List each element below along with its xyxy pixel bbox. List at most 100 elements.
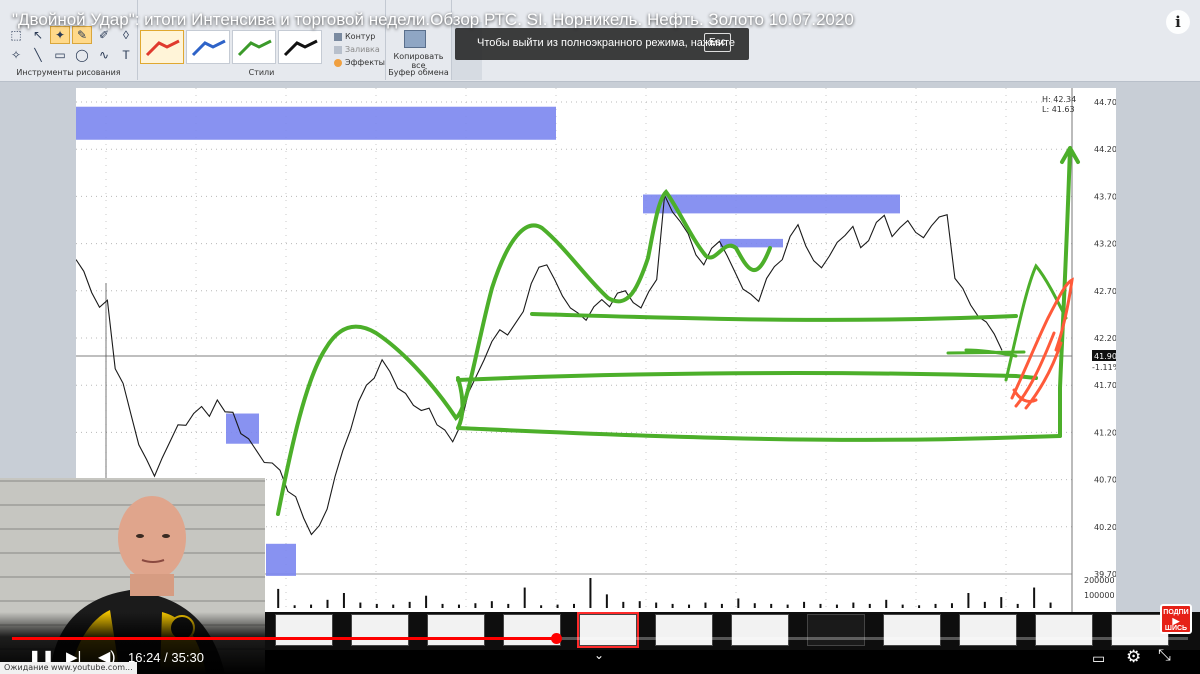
volume-bar [622,601,625,608]
contour-label: Контур [345,32,376,41]
volume-bar [1049,602,1052,608]
chapter-thumbnail[interactable] [427,614,485,646]
style-red-swatch[interactable] [140,30,184,64]
chapter-thumbnail[interactable] [351,614,409,646]
exit-fullscreen-icon[interactable]: ⤡ [1158,647,1171,665]
ellipse-tool-icon[interactable]: ◯ [72,46,92,64]
volume-bar [457,604,460,608]
volume-bar [819,603,822,608]
volume-bar [392,604,395,608]
chapter-thumbnail[interactable] [655,614,713,646]
style-green-swatch[interactable] [232,30,276,64]
volume-bar [605,594,608,608]
price-zone [266,543,296,576]
line-tool-icon[interactable]: ╲ [28,46,48,64]
fullscreen-hint: Чтобы выйти из полноэкранного режима, на… [477,37,736,49]
volume-bar [655,602,658,608]
info-icon[interactable]: i [1166,10,1190,34]
green-annotation-wave [276,188,772,516]
eraser-tool-icon[interactable]: ▭ [50,46,70,64]
lasso-tool-icon[interactable]: ∿ [94,46,114,64]
volume-bar [359,602,362,608]
chapter-thumbnail[interactable] [959,614,1017,646]
style-blue-icon [191,39,226,57]
magic-wand-icon[interactable]: ✧ [6,46,26,64]
price-zone [643,194,900,214]
chapter-thumbnail[interactable] [731,614,789,646]
volume-bar [671,603,674,608]
volume-bar [507,603,510,608]
clipboard-caption: Буфер обмена [388,68,449,77]
style-red-icon [145,39,180,57]
progress-played [12,637,556,640]
style-blue-swatch[interactable] [186,30,230,64]
chevron-down-icon[interactable]: ⌄ [594,648,604,662]
volume-bar [720,603,723,608]
copy-all-label-1: Копировать [393,52,444,61]
effects-option[interactable]: Эффекты [334,58,385,67]
drawing-tools-caption: Инструменты рисования [16,68,121,77]
chapter-thumbnail[interactable] [807,614,865,646]
subtitles-icon[interactable]: ▭ [1092,650,1105,667]
volume-bar [868,603,871,608]
green-annotation-lower [456,426,1062,442]
price-tick-label: 42.20 [1094,334,1116,343]
price-tick-label: 43.70 [1094,192,1116,201]
volume-bar [770,603,773,608]
styles-caption: Стили [248,68,275,77]
chapter-thumbnail[interactable] [577,612,639,648]
subscribe-label-2: ШИСЬ [1164,625,1188,632]
volume-bar [901,604,904,608]
progress-scrubber[interactable] [550,633,562,644]
effects-icon [334,58,342,67]
time-display: 16:24 / 35:30 [128,650,204,665]
volume-bar [1016,603,1019,608]
price-tick-label: 40.20 [1094,523,1116,532]
volume-bar [375,603,378,608]
volume-bar [983,601,986,608]
volume-bar [490,601,493,608]
chapter-thumbnail[interactable] [275,614,333,646]
subscribe-icon: ▶ [1172,616,1180,626]
gear-icon[interactable]: ⚙ [1126,647,1141,667]
time-separator: / [164,650,168,665]
contour-option[interactable]: Контур [334,32,375,41]
volume-bar [835,604,838,608]
volume-bar [950,603,953,608]
chart-price-axis: 44.70 44.20 43.70 43.20 42.70 42.20 41.70 41.20… [1071,88,1116,612]
volume-bar [425,595,428,608]
subscribe-button[interactable]: ПОДПИ ▶ ШИСЬ [1160,604,1192,634]
green-annotation-middle [456,371,1038,382]
volume-bar [885,599,888,608]
chapter-thumbnails[interactable] [265,612,1200,650]
price-zone [76,106,556,140]
green-annotation-right-bracket [946,348,1026,358]
fill-icon [334,45,342,54]
chapter-thumbnail[interactable] [883,614,941,646]
price-tick-label: 42.70 [1094,287,1116,296]
volume-bar [293,605,296,608]
video-title[interactable]: "Двойной Удар": итоги Интенсива и торгов… [12,10,854,30]
price-tick-label: 40.70 [1094,476,1116,485]
text-tool-icon[interactable]: T [116,46,136,64]
volume-bar [967,593,970,608]
volume-bar [1000,597,1003,608]
price-tick-label: 41.20 [1094,428,1116,437]
volume-bar [737,598,740,608]
info-high: H: 42.34 [1042,95,1076,104]
volume-bar [803,601,806,608]
change-pct-label: -1.11% [1092,363,1116,372]
fill-option[interactable]: Заливка [334,45,380,54]
style-black-swatch[interactable] [278,30,322,64]
copy-all-icon[interactable] [404,30,426,48]
volume-bar [408,601,411,608]
volume-tick-label: 100000 [1084,591,1115,600]
progress-bar[interactable] [12,633,1188,644]
volume-bar [1033,587,1036,608]
green-annotation-support-upper [530,312,1018,322]
volume-bar [852,602,855,608]
price-tick-label: 44.70 [1094,98,1116,107]
chapter-thumbnail[interactable] [1035,614,1093,646]
volume-bar [918,605,921,608]
price-tick-label: 43.20 [1094,240,1116,249]
